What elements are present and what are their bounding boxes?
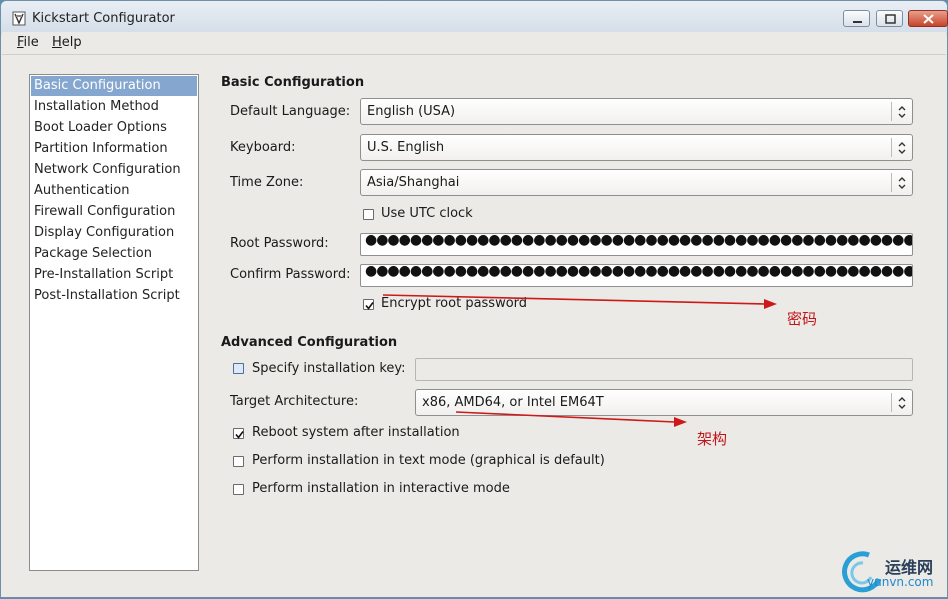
watermark-url: yunvn.com (867, 575, 934, 589)
arch-arrow-head (674, 417, 687, 427)
arch-arrow-line (455, 411, 676, 423)
architecture-annotation: 架构 (697, 430, 728, 448)
password-annotation: 密码 (787, 310, 818, 328)
password-arrow-head (764, 299, 777, 309)
kickstart-window: Kickstart Configurator File Help Basic C… (0, 0, 948, 598)
annotation-arrows (382, 294, 777, 427)
password-arrow-line (382, 294, 766, 305)
